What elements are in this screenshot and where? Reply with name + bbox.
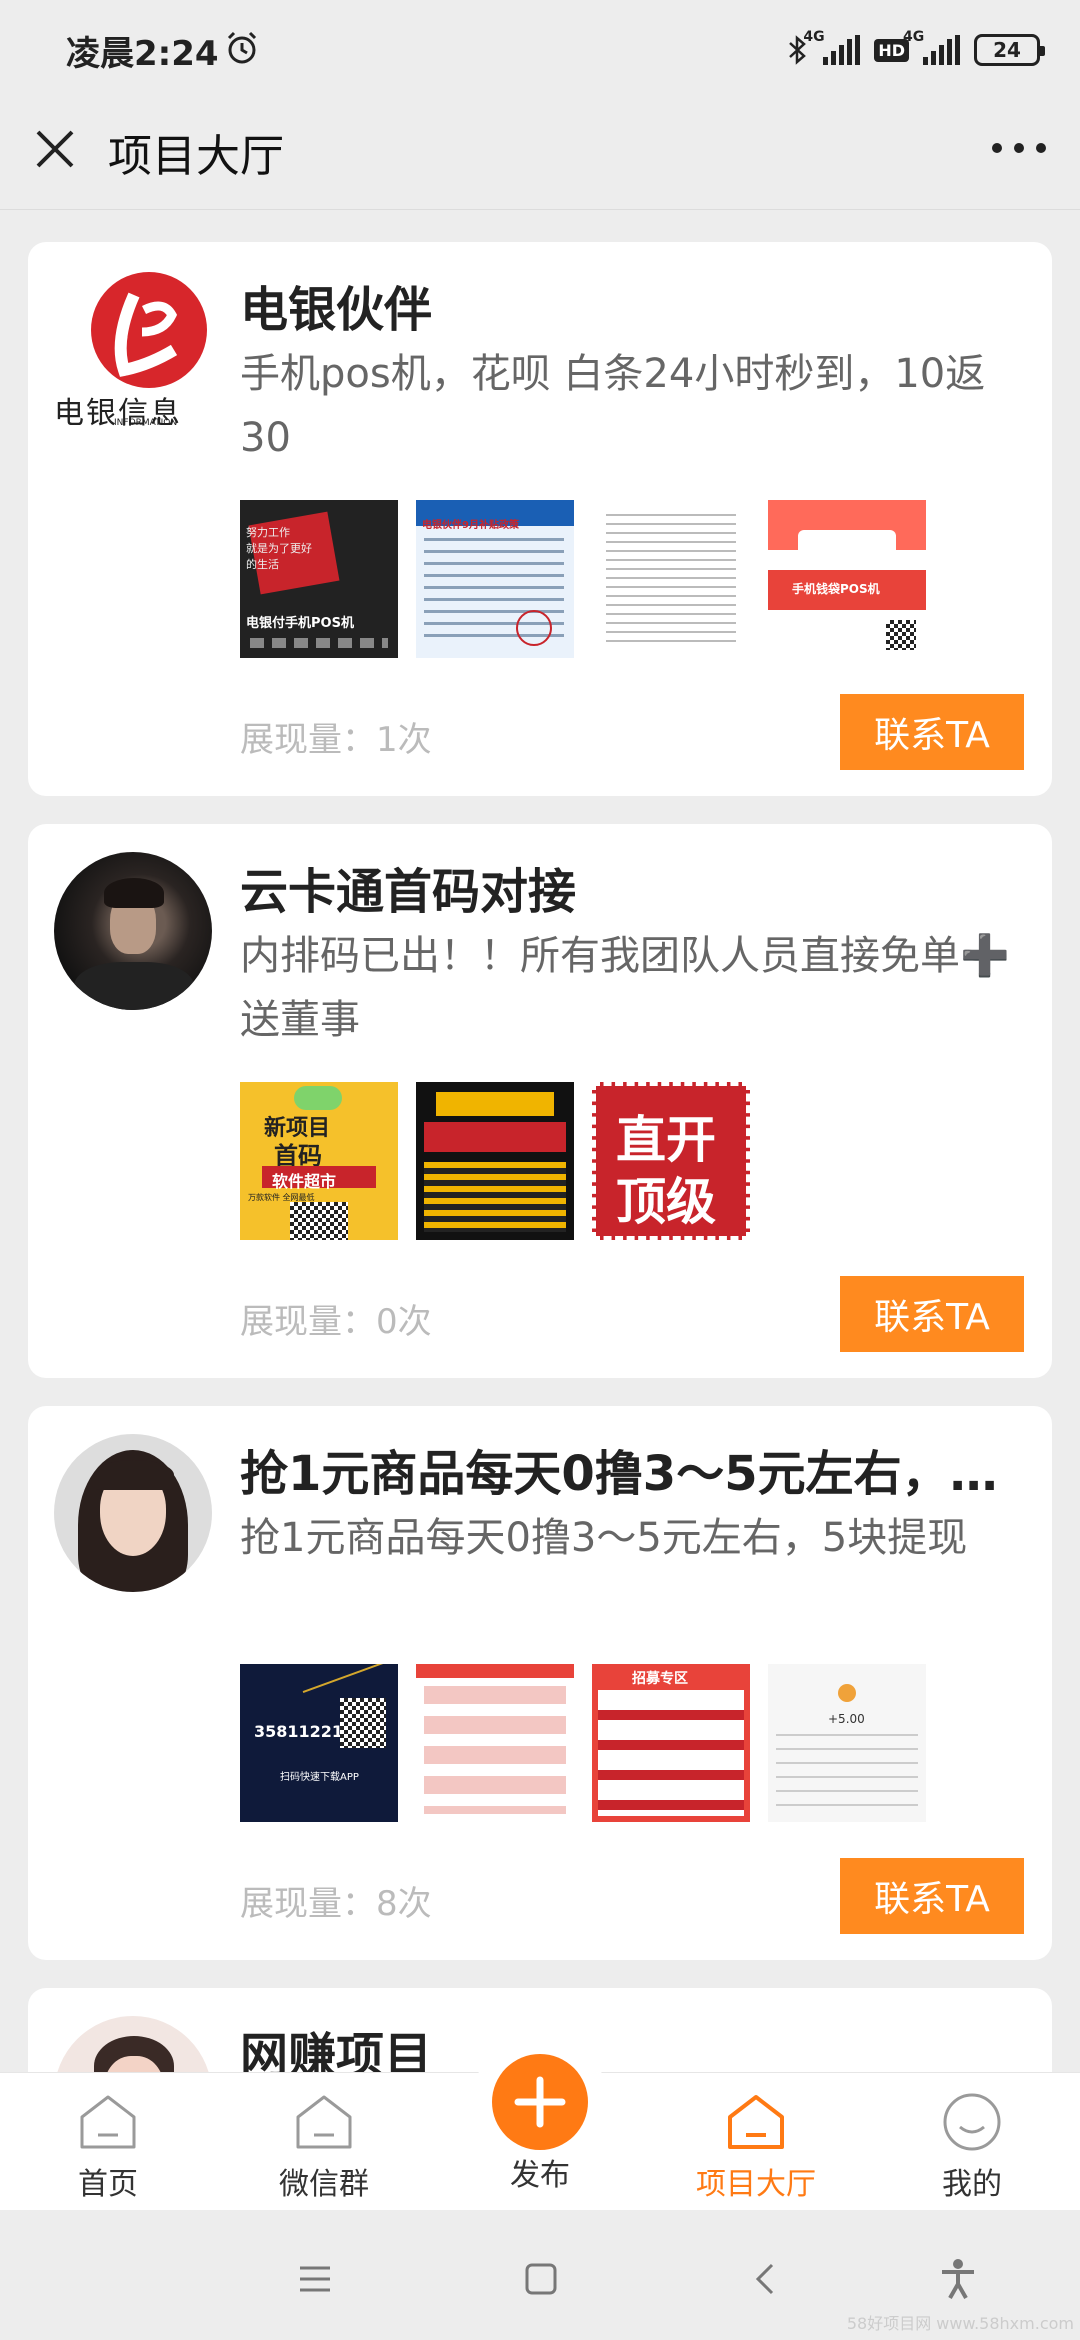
network-type-label-2: 4G <box>903 29 925 45</box>
thumb-text: 35811221 <box>254 1722 344 1741</box>
tab-label: 微信群 <box>279 2167 369 2202</box>
project-card[interactable]: 电银信息 INFORMATION 电银伙伴 手机pos机，花呗 白条24小时秒到… <box>28 242 1052 796</box>
avatar: 电银信息 INFORMATION <box>54 270 212 428</box>
project-card[interactable]: 云卡通首码对接 内排码已出！！所有我团队人员直接免单➕送董事 新项目 首码 软件… <box>28 824 1052 1378</box>
thumb-text: 努力工作 <box>246 526 290 539</box>
home-nav-icon[interactable] <box>524 2262 558 2296</box>
battery-level: 24 <box>993 38 1021 62</box>
thumb-text: 就是为了更好 <box>246 542 312 555</box>
thumb-text: 软件超市 <box>272 1172 337 1191</box>
more-menu-icon[interactable] <box>992 138 1046 158</box>
thumbnail-row: 新项目 首码 软件超市 万款软件 全网最低 直开 顶级 <box>240 1082 750 1240</box>
thumbnail-image[interactable]: 35811221 扫码快速下载APP <box>240 1664 398 1822</box>
logo-subtext: INFORMATION <box>114 418 178 428</box>
thumb-heading: +5.00 <box>828 1712 865 1726</box>
thumb-heading: 电银伙伴9月补贴政策 <box>422 520 519 531</box>
status-time: 凌晨2:24 <box>66 34 219 74</box>
thumb-text: 的生活 <box>246 558 279 571</box>
signal-icon: 4G <box>803 29 861 65</box>
contact-button[interactable]: 联系TA <box>840 1858 1024 1934</box>
wechat-group-icon <box>296 2095 352 2149</box>
menu-icon[interactable] <box>298 2264 332 2294</box>
profile-icon <box>943 2093 1001 2151</box>
thumbnail-row: 努力工作 就是为了更好 的生活 电银付手机POS机 电银伙伴9月补贴政策 手机钱… <box>240 500 926 658</box>
avatar <box>54 852 212 1010</box>
card-description: 手机pos机，花呗 白条24小时秒到，10返30 <box>240 351 986 461</box>
status-bar: 凌晨2:24 4G HD 4G 24 <box>0 0 1080 100</box>
close-icon[interactable] <box>30 124 80 174</box>
card-title: 电银伙伴 <box>240 282 433 338</box>
impression-count: 展现量：0次 <box>240 1302 432 1342</box>
thumbnail-image[interactable] <box>416 1664 574 1822</box>
thumbnail-image[interactable]: 新项目 首码 软件超市 万款软件 全网最低 <box>240 1082 398 1240</box>
tab-profile[interactable]: 我的 <box>882 2073 1062 2211</box>
watermark: 58好项目网 www.58hxm.com <box>846 2314 1074 2333</box>
impression-count: 展现量：8次 <box>240 1884 432 1924</box>
title-bar: 项目大厅 <box>0 100 1080 210</box>
thumb-text: 扫码快速下载APP <box>280 1772 359 1783</box>
battery-icon: 24 <box>974 34 1045 66</box>
card-title: 云卡通首码对接 <box>240 864 577 920</box>
thumbnail-image[interactable]: 电银伙伴9月补贴政策 <box>416 500 574 658</box>
project-hall-icon <box>728 2095 784 2149</box>
tab-home[interactable]: 首页 <box>18 2073 198 2211</box>
contact-button[interactable]: 联系TA <box>840 1276 1024 1352</box>
accessibility-icon[interactable] <box>938 2258 978 2300</box>
impression-count: 展现量：1次 <box>240 720 432 760</box>
card-description: 抢1元商品每天0撸3～5元左右，5块提现 <box>240 1515 968 1561</box>
thumbnail-image[interactable]: 招募专区 <box>592 1664 750 1822</box>
tab-project-hall[interactable]: 项目大厅 <box>666 2073 846 2211</box>
thumb-heading: 手机钱袋POS机 <box>792 582 880 596</box>
publish-button[interactable] <box>492 2054 588 2150</box>
tab-wechat-group[interactable]: 微信群 <box>234 2073 414 2211</box>
thumbnail-row: 35811221 扫码快速下载APP 招募专区 +5.00 <box>240 1664 926 1822</box>
project-card[interactable]: 抢1元商品每天0撸3～5元左右，5块提现 抢1元商品每天0撸3～5元左右，5块提… <box>28 1406 1052 1960</box>
thumbnail-image[interactable] <box>592 500 750 658</box>
thumbnail-image[interactable]: 手机钱袋POS机 <box>768 500 926 658</box>
signal-icon-2: 4G <box>903 29 960 65</box>
thumbnail-image[interactable]: 努力工作 就是为了更好 的生活 电银付手机POS机 <box>240 500 398 658</box>
card-description: 内排码已出！！所有我团队人员直接免单➕送董事 <box>240 933 1010 1043</box>
tab-label: 我的 <box>942 2167 1002 2202</box>
alarm-icon <box>227 31 257 64</box>
thumbnail-image[interactable]: +5.00 <box>768 1664 926 1822</box>
thumb-text: 顶级 <box>616 1173 716 1231</box>
system-nav-bar: 58好项目网 www.58hxm.com <box>0 2210 1080 2340</box>
card-title: 抢1元商品每天0撸3～5元左右，5块提现 <box>240 1446 1020 1502</box>
avatar <box>54 1434 212 1592</box>
thumbnail-image[interactable] <box>416 1082 574 1240</box>
tab-label: 项目大厅 <box>696 2167 816 2202</box>
page-title: 项目大厅 <box>108 131 284 182</box>
back-icon[interactable] <box>752 2262 778 2296</box>
network-type-label: 4G <box>803 29 825 45</box>
thumbnail-image[interactable]: 直开 顶级 <box>592 1082 750 1240</box>
thumb-text: 电银付手机POS机 <box>246 616 354 631</box>
home-icon <box>80 2095 136 2149</box>
thumb-heading: 招募专区 <box>632 1671 688 1687</box>
contact-button[interactable]: 联系TA <box>840 694 1024 770</box>
tab-label: 首页 <box>78 2167 138 2202</box>
plus-icon <box>514 2076 566 2128</box>
tab-label: 发布 <box>510 2158 570 2193</box>
